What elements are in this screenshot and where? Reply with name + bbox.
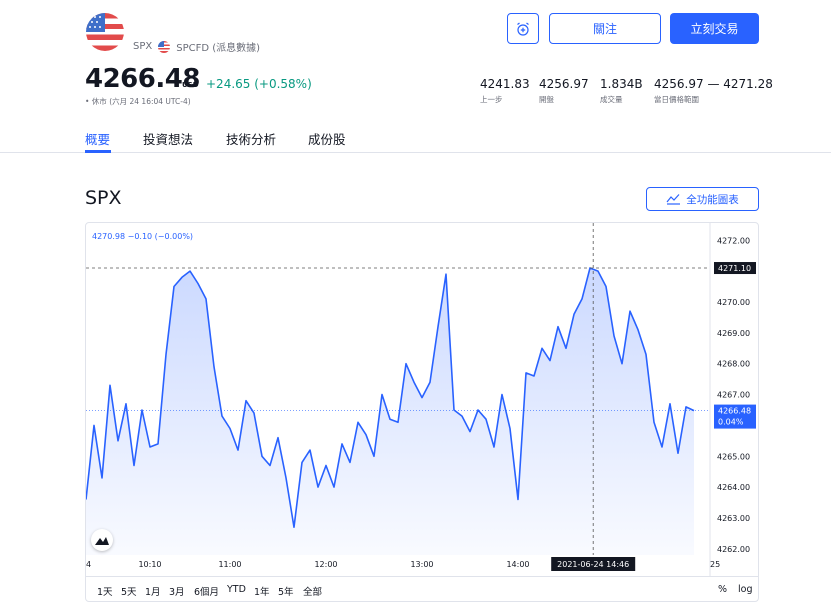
y-axis-tick-label: 4267.00 <box>717 391 750 400</box>
crosshair-time-label: 2021-06-24 14:46 <box>557 560 629 569</box>
x-axis-tick-label: 11:00 <box>218 560 241 569</box>
stat-value: 4241.83 <box>480 77 530 91</box>
x-axis-tick-label: 25 <box>710 560 720 569</box>
y-axis-tick-label: 4262.00 <box>717 545 750 554</box>
stat-open: 4256.97 開盤 <box>539 77 589 105</box>
symbol-name[interactable]: SPX <box>133 41 152 52</box>
tab-ideas[interactable]: 投資想法 <box>143 129 193 148</box>
range-5y-button[interactable]: 5年 <box>278 584 294 598</box>
log-scale-button[interactable]: log <box>738 584 752 595</box>
x-axis-tick-label: 10:10 <box>138 560 161 569</box>
x-axis-tick-label: 12:00 <box>314 560 337 569</box>
price-area-fill <box>86 268 694 555</box>
stat-label: 成交量 <box>600 95 623 104</box>
us-flag-icon <box>158 40 171 53</box>
chart-legend: 4270.98 −0.10 (−0.00%) <box>92 232 194 241</box>
full-chart-label: 全功能圖表 <box>686 193 739 206</box>
last-price-label: 4266.48 <box>718 407 751 416</box>
x-axis-tick-label: 4 <box>86 560 91 569</box>
alarm-clock-plus-icon <box>517 22 529 36</box>
price-chart[interactable]: 4272.004271.004270.004269.004268.004267.… <box>85 222 759 602</box>
y-axis-tick-label: 4269.00 <box>717 329 750 338</box>
y-axis-tick-label: 4270.00 <box>717 298 750 307</box>
price-chart-svg[interactable]: 4272.004271.004270.004269.004268.004267.… <box>86 223 759 576</box>
stat-value: 1.834B <box>600 77 643 91</box>
trade-now-button[interactable]: 立刻交易 <box>670 13 759 44</box>
x-axis-tick-label: 14:00 <box>506 560 529 569</box>
tab-overview[interactable]: 概要 <box>85 129 110 148</box>
time-range-bar: 1天 5天 1月 3月 6個月 YTD 1年 5年 全部 % log <box>86 576 758 601</box>
y-axis-tick-label: 4264.00 <box>717 483 750 492</box>
active-tab-indicator <box>85 150 111 153</box>
follow-button[interactable]: 關注 <box>549 13 661 44</box>
price-currency: USD <box>182 81 199 89</box>
tab-technicals[interactable]: 技術分析 <box>226 129 276 148</box>
percent-scale-button[interactable]: % <box>718 584 727 595</box>
stat-label: 開盤 <box>539 95 554 104</box>
range-3m-button[interactable]: 3月 <box>169 584 185 598</box>
stat-label: 上一步 <box>480 95 503 104</box>
symbol-flag-icon <box>86 13 124 51</box>
chart-line-icon <box>666 194 681 205</box>
tab-components[interactable]: 成份股 <box>308 129 346 148</box>
range-1y-button[interactable]: 1年 <box>254 584 270 598</box>
range-1m-button[interactable]: 1月 <box>145 584 161 598</box>
y-axis-tick-label: 4268.00 <box>717 360 750 369</box>
range-1d-button[interactable]: 1天 <box>97 584 113 598</box>
range-all-button[interactable]: 全部 <box>303 584 322 598</box>
stat-volume: 1.834B 成交量 <box>600 77 643 105</box>
last-price: 4266.48 <box>85 64 200 94</box>
data-feed-name[interactable]: SPCFD (派息數據) <box>176 39 260 54</box>
full-chart-button[interactable]: 全功能圖表 <box>646 187 759 211</box>
stat-value: 4256.97 <box>539 77 589 91</box>
section-tabs: 概要 投資想法 技術分析 成份股 <box>0 126 831 153</box>
tradingview-logo-icon[interactable] <box>91 529 113 551</box>
range-6m-button[interactable]: 6個月 <box>194 584 219 598</box>
stat-value: 4256.97 — 4271.28 <box>654 77 773 91</box>
symbol-line: SPX SPCFD (派息數據) <box>133 39 260 54</box>
add-alert-button[interactable] <box>507 13 539 44</box>
market-status: • 休市 (六月 24 16:04 UTC-4) <box>85 97 191 106</box>
y-axis-tick-label: 4263.00 <box>717 514 750 523</box>
last-change-label: 0.04% <box>718 418 744 427</box>
price-change: +24.65 (+0.58%) <box>206 77 312 91</box>
y-axis-tick-label: 4265.00 <box>717 452 750 461</box>
x-axis-tick-label: 13:00 <box>410 560 433 569</box>
stat-day-range: 4256.97 — 4271.28 當日價格範圍 <box>654 77 773 105</box>
crosshair-price-label: 4271.10 <box>718 264 751 273</box>
y-axis-tick-label: 4272.00 <box>717 236 750 245</box>
chart-section-title: SPX <box>85 187 122 209</box>
range-5d-button[interactable]: 5天 <box>121 584 137 598</box>
stat-previous-close: 4241.83 上一步 <box>480 77 530 105</box>
stat-label: 當日價格範圍 <box>654 95 699 104</box>
range-ytd-button[interactable]: YTD <box>227 584 246 595</box>
